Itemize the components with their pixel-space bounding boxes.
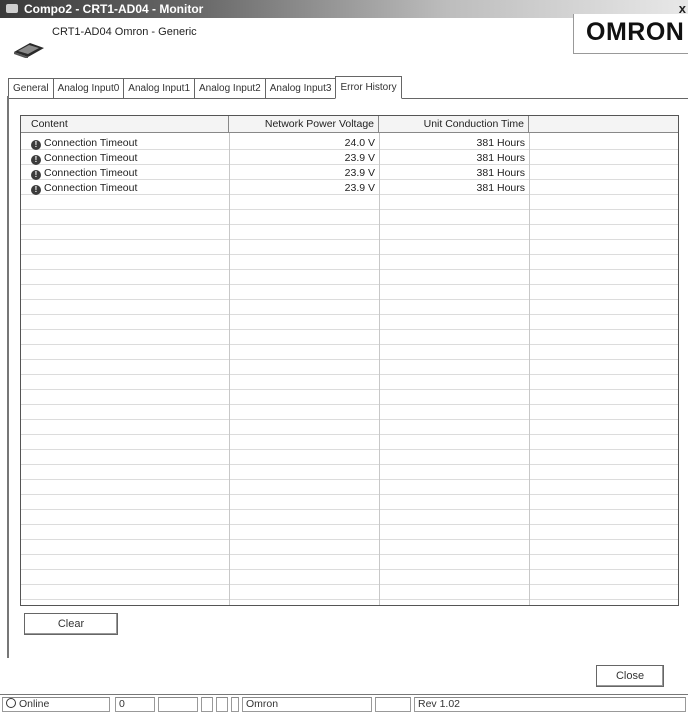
grid-row-line [21, 419, 678, 420]
grid-row-line [21, 299, 678, 300]
cell-content: ! Connection Timeout [21, 151, 229, 165]
column-header-unit-conduction-time[interactable]: Unit Conduction Time [379, 116, 529, 132]
table-row[interactable]: ! Connection Timeout 23.9 V 381 Hours [21, 166, 678, 180]
grid-row-line [21, 584, 678, 585]
grid-row-line [21, 239, 678, 240]
tab-analog-input3[interactable]: Analog Input3 [264, 78, 337, 99]
grid-row-line [21, 269, 678, 270]
status-bar: Online 0 Omron Rev 1.02 [0, 694, 688, 713]
app-icon [6, 4, 18, 13]
grid-row-line [21, 209, 678, 210]
grid-row-line [21, 479, 678, 480]
error-content-text: Connection Timeout [44, 167, 138, 179]
table-row[interactable]: ! Connection Timeout 24.0 V 381 Hours [21, 136, 678, 150]
grid-column-line [379, 133, 380, 605]
cell-time: 381 Hours [476, 137, 525, 149]
grid-column-line [529, 133, 530, 605]
grid-row-line [21, 224, 678, 225]
error-icon: ! [31, 155, 41, 165]
column-header-network-power-voltage[interactable]: Network Power Voltage [229, 116, 379, 132]
status-cell-empty [375, 697, 411, 712]
status-revision: Rev 1.02 [414, 697, 686, 712]
cell-voltage: 23.9 V [344, 167, 375, 179]
column-header-content[interactable]: Content [21, 116, 229, 132]
grid-column-line [229, 133, 230, 605]
status-cell-empty [201, 697, 213, 712]
error-icon: ! [31, 185, 41, 195]
status-online-text: Online [19, 698, 50, 710]
status-vendor: Omron [242, 697, 372, 712]
cell-content: ! Connection Timeout [21, 136, 229, 150]
grid-row-line [21, 554, 678, 555]
cell-voltage: 23.9 V [344, 182, 375, 194]
tab-error-history[interactable]: Error History [335, 76, 402, 99]
tab-analog-input0[interactable]: Analog Input0 [52, 78, 125, 99]
grid-row-line [21, 599, 678, 600]
error-history-table: Content Network Power Voltage Unit Condu… [20, 115, 679, 606]
grid-row-line [21, 314, 678, 315]
cell-time: 381 Hours [476, 182, 525, 194]
grid-row-line [21, 569, 678, 570]
grid-row-line [21, 434, 678, 435]
cell-voltage: 23.9 V [344, 152, 375, 164]
tab-analog-input2[interactable]: Analog Input2 [194, 78, 266, 99]
tab-strip: General Analog Input0 Analog Input1 Anal… [8, 76, 402, 99]
error-content-text: Connection Timeout [44, 137, 138, 149]
grid-row-line [21, 539, 678, 540]
tab-analog-input1[interactable]: Analog Input1 [123, 78, 196, 99]
grid-row-line [21, 449, 678, 450]
error-icon: ! [31, 140, 41, 150]
error-icon: ! [31, 170, 41, 180]
tab-general[interactable]: General [8, 78, 54, 99]
grid-row-line [21, 284, 678, 285]
cell-content: ! Connection Timeout [21, 181, 229, 195]
table-row[interactable]: ! Connection Timeout 23.9 V 381 Hours [21, 151, 678, 165]
cell-voltage: 24.0 V [344, 137, 375, 149]
online-icon [6, 698, 16, 708]
grid-row-line [21, 359, 678, 360]
grid-row-line [21, 254, 678, 255]
window-left-edge [7, 96, 9, 658]
omron-logo: OMRON [573, 14, 688, 54]
grid-row-line [21, 494, 678, 495]
table-row[interactable]: ! Connection Timeout 23.9 V 381 Hours [21, 181, 678, 195]
grid-row-line [21, 389, 678, 390]
grid-row-line [21, 524, 678, 525]
close-button[interactable]: Close [596, 665, 664, 687]
device-module-icon [14, 43, 44, 58]
grid-row-line [21, 509, 678, 510]
table-header: Content Network Power Voltage Unit Condu… [21, 116, 678, 133]
status-cell-empty [216, 697, 228, 712]
error-content-text: Connection Timeout [44, 152, 138, 164]
grid-row-line [21, 344, 678, 345]
device-name: CRT1-AD04 Omron - Generic [52, 26, 197, 38]
window-title: Compo2 - CRT1-AD04 - Monitor [24, 2, 204, 16]
logo-text: OMRON [586, 18, 685, 46]
status-cell-empty [231, 697, 239, 712]
grid-row-line [21, 329, 678, 330]
grid-row-line [21, 404, 678, 405]
error-content-text: Connection Timeout [44, 182, 138, 194]
status-counter: 0 [115, 697, 155, 712]
cell-content: ! Connection Timeout [21, 166, 229, 180]
grid-row-line [21, 464, 678, 465]
clear-button[interactable]: Clear [24, 613, 118, 635]
status-cell-empty [158, 697, 198, 712]
cell-time: 381 Hours [476, 152, 525, 164]
grid-row-line [21, 374, 678, 375]
cell-time: 381 Hours [476, 167, 525, 179]
status-online: Online [2, 697, 110, 712]
